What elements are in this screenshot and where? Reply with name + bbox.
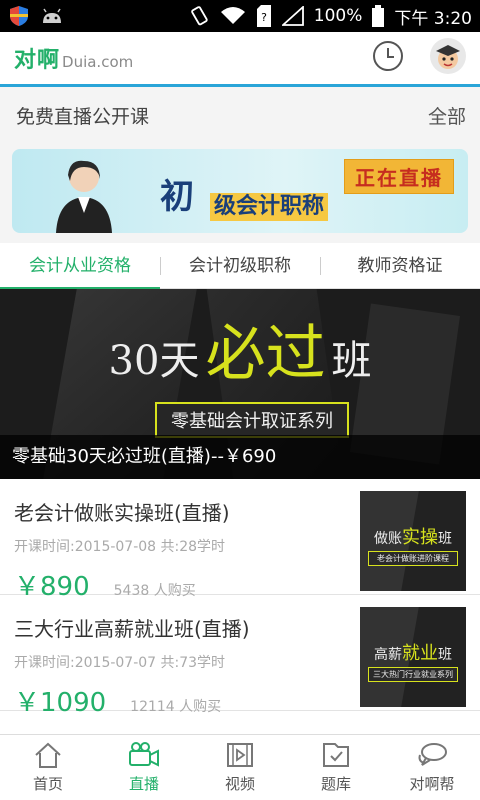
chat-bubble-icon — [418, 743, 447, 766]
featured-course-banner[interactable]: 30天 必过班 零基础会计取证系列 零基础30天必过班(直播)--￥690 — [0, 289, 480, 479]
app-bar: 对啊 Duia.com — [0, 32, 480, 87]
course-thumbnail: 做账实操班 老会计做账进阶课程 — [360, 491, 466, 591]
history-clock-icon[interactable] — [372, 40, 404, 76]
course-price: ￥890 — [14, 572, 90, 602]
nav-label: 首页 — [32, 775, 63, 793]
avatar[interactable] — [430, 38, 466, 78]
home-icon — [35, 742, 61, 768]
nav-video[interactable]: 视频 — [192, 735, 288, 800]
nav-label: 对啊帮 — [409, 775, 455, 793]
clock-time: 下午 3:20 — [394, 8, 472, 29]
shield-icon — [8, 5, 30, 27]
logo-cn: 对啊 — [14, 48, 61, 73]
sim-icon: ? — [256, 5, 272, 27]
category-tabs: 会计从业资格 会计初级职称 教师资格证 — [0, 243, 480, 290]
battery-percent: 100% — [313, 6, 363, 26]
tab-teacher-certificate[interactable]: 教师资格证 — [320, 243, 480, 289]
live-section-header: 免费直播公开课 全部 — [0, 87, 480, 143]
lecturer-photo — [56, 160, 112, 233]
tab-junior-accountant[interactable]: 会计初级职称 — [160, 243, 320, 289]
banner-headline: 初 — [160, 177, 194, 217]
live-banner[interactable]: 初 级会计职称 正在直播 — [12, 149, 468, 233]
hero-caption: 零基础30天必过班(直播)--￥690 — [0, 435, 480, 479]
course-meta: 开课时间:2015-07-07 共:73学时 — [14, 655, 226, 671]
question-bank-icon — [323, 743, 349, 767]
nav-question-bank[interactable]: 题库 — [288, 735, 384, 800]
logo: 对啊 Duia.com — [14, 42, 133, 74]
list-item[interactable]: 三大行业高薪就业班(直播) 开课时间:2015-07-07 共:73学时 ￥10… — [0, 595, 480, 718]
nav-home[interactable]: 首页 — [0, 735, 96, 800]
wifi-icon — [220, 6, 246, 26]
thumb-text-b: 就业 — [402, 643, 438, 664]
video-icon — [227, 743, 253, 767]
hero-headline-c: 班 — [331, 338, 372, 384]
nav-live[interactable]: 直播 — [96, 735, 192, 800]
android-icon — [40, 7, 64, 25]
view-all-link[interactable]: 全部 — [428, 102, 466, 129]
vibrate-icon — [188, 5, 210, 27]
course-buyers: 5438 人购买 — [113, 583, 196, 599]
thumb-text-c: 班 — [438, 647, 452, 663]
live-camera-icon — [129, 742, 159, 767]
thumb-text-a: 做账 — [374, 531, 402, 547]
signal-icon — [281, 6, 304, 26]
banner-subtitle: 级会计职称 — [210, 193, 329, 221]
course-name: 老会计做账实操班(直播) — [14, 501, 230, 525]
hero-headline: 30天 必过班 — [0, 305, 480, 392]
logo-en: Duia.com — [62, 53, 134, 71]
svg-text:?: ? — [261, 11, 267, 24]
status-bar: ? 100% 下午 3:20 — [0, 0, 480, 32]
hero-headline-a: 30天 — [108, 338, 200, 384]
course-thumbnail: 高薪就业班 三大热门行业就业系列 — [360, 607, 466, 707]
thumb-tag: 三大热门行业就业系列 — [368, 667, 458, 682]
battery-icon — [372, 5, 385, 27]
nav-label: 直播 — [128, 775, 159, 793]
thumb-text-c: 班 — [438, 531, 452, 547]
bottom-navigation: 首页 直播 视频 题库 对啊帮 — [0, 734, 480, 800]
nav-label: 题库 — [320, 775, 351, 793]
hero-series-tag: 零基础会计取证系列 — [155, 402, 349, 438]
thumb-text-b: 实操 — [402, 527, 438, 548]
thumb-text-a: 高薪 — [374, 647, 402, 663]
course-meta: 开课时间:2015-07-08 共:28学时 — [14, 539, 226, 555]
hero-headline-b: 必过 — [205, 319, 326, 389]
tab-accounting-qualification[interactable]: 会计从业资格 — [0, 243, 160, 290]
section-title: 免费直播公开课 — [16, 105, 150, 128]
list-item[interactable]: 老会计做账实操班(直播) 开课时间:2015-07-08 共:28学时 ￥890… — [0, 479, 480, 602]
nav-duia-help[interactable]: 对啊帮 — [384, 735, 480, 800]
live-now-badge: 正在直播 — [344, 159, 454, 194]
course-buyers: 12114 人购买 — [130, 699, 222, 715]
thumb-tag: 老会计做账进阶课程 — [368, 551, 458, 566]
nav-label: 视频 — [224, 775, 255, 793]
course-price: ￥1090 — [14, 688, 107, 718]
course-name: 三大行业高薪就业班(直播) — [14, 617, 250, 641]
